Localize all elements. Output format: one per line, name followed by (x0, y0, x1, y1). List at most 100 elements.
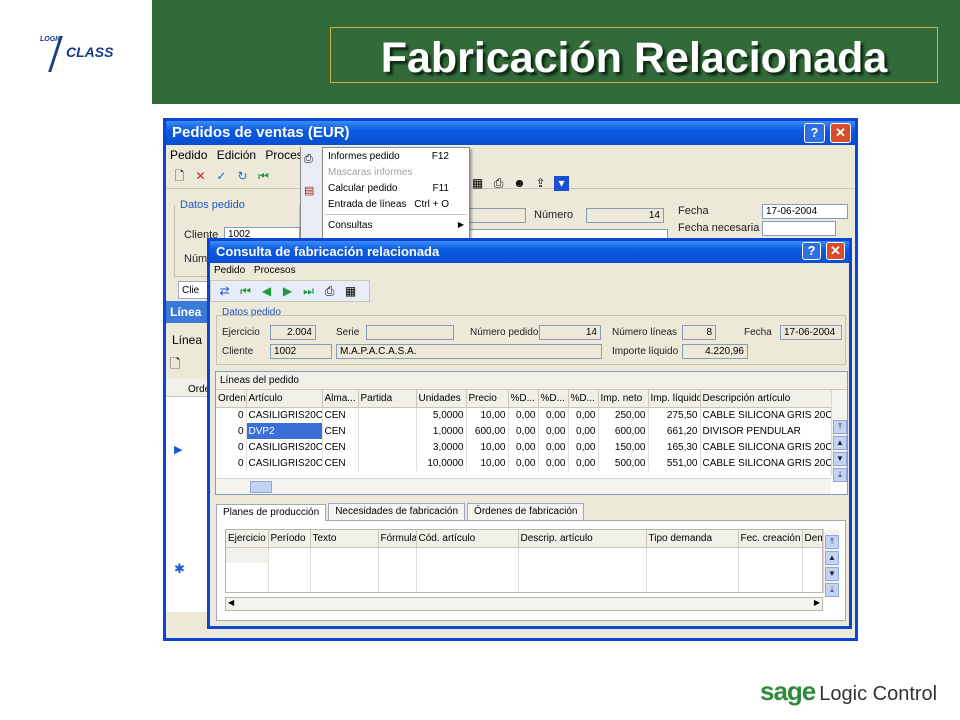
pedidos-titlebar[interactable]: Pedidos de ventas (EUR) ? ✕ (166, 121, 855, 145)
lineas-hscrollbar[interactable] (216, 478, 831, 494)
cell-descripcion[interactable]: CABLE SILICONA GRIS 20C... (700, 407, 831, 423)
consulta-help-button[interactable]: ? (802, 242, 821, 260)
cell-imp-liquido[interactable]: 165,30 (648, 439, 701, 455)
planes-hscrollbar[interactable]: ◀ ▶ (225, 597, 823, 611)
scroll-top-icon[interactable]: ⤒ (825, 535, 839, 549)
table-row[interactable]: 0 CASILIGRIS20CM CEN 5,0000 10,00 0,00 0… (216, 407, 831, 423)
refresh-icon[interactable]: ↻ (235, 169, 250, 184)
serie-field-back[interactable] (466, 208, 526, 223)
cell-precio[interactable]: 10,00 (466, 439, 509, 455)
calculator-icon[interactable]: ▦ (470, 176, 485, 191)
close-button[interactable]: ✕ (830, 123, 851, 143)
table-row[interactable] (226, 579, 822, 592)
consulta-menu-procesos[interactable]: Procesos (254, 265, 296, 276)
cell-almacen[interactable]: CEN (322, 455, 359, 471)
scroll-left-icon[interactable]: ◀ (228, 598, 234, 607)
col-articulo[interactable]: Artículo (246, 390, 323, 408)
col-partida[interactable]: Partida (358, 390, 417, 408)
scroll-up-icon[interactable]: ▲ (833, 436, 847, 450)
menu-item-calcular-pedido[interactable]: Calcular pedido F11 (323, 180, 469, 196)
scroll-down-icon[interactable]: ▼ (833, 452, 847, 466)
prev-icon[interactable]: ◀ (259, 284, 274, 299)
col-imp-liquido[interactable]: Imp. líquido (648, 390, 701, 408)
cell-orden[interactable]: 0 (216, 439, 247, 455)
table-row[interactable] (226, 563, 822, 579)
menu-item-informes-pedido[interactable]: Informes pedido F12 (323, 148, 469, 164)
print-icon[interactable]: ⎙ (491, 176, 506, 191)
cell-articulo[interactable]: CASILIGRIS20CM (246, 407, 323, 423)
next-icon[interactable]: ▶ (280, 284, 295, 299)
cell-descripcion[interactable]: CABLE SILICONA GRIS 20C... (700, 439, 831, 455)
numero-lineas-field[interactable]: 8 (682, 325, 716, 340)
cell-dto2[interactable]: 0,00 (538, 423, 569, 439)
scroll-bottom-icon[interactable]: ⤓ (825, 583, 839, 597)
cell-partida[interactable] (358, 455, 417, 471)
cell-dto3[interactable]: 0,00 (568, 423, 599, 439)
menu-edicion[interactable]: Edición (217, 148, 256, 162)
col-unidades[interactable]: Unidades (416, 390, 467, 408)
cell-almacen[interactable]: CEN (322, 439, 359, 455)
back-new-line-icon[interactable]: 🗋 (170, 355, 180, 377)
scroll-top-icon[interactable]: ⤒ (833, 420, 847, 434)
cell-partida[interactable] (358, 407, 417, 423)
consulta-fecha-field[interactable]: 17-06-2004 (780, 325, 842, 340)
menu-pedido[interactable]: Pedido (170, 148, 207, 162)
cell-unidades[interactable]: 3,0000 (416, 439, 467, 455)
cell-articulo[interactable]: CASILIGRIS20CM (246, 439, 323, 455)
hscroll-thumb[interactable] (250, 481, 272, 493)
consulta-cliente-code-field[interactable]: 1002 (270, 344, 332, 359)
cell-imp-liquido[interactable]: 551,00 (648, 455, 701, 471)
numero-field[interactable]: 14 (586, 208, 664, 223)
cell-dto3[interactable]: 0,00 (568, 439, 599, 455)
scroll-right-icon[interactable]: ▶ (814, 598, 820, 607)
cell-imp-liquido[interactable]: 661,20 (648, 423, 701, 439)
cell-dto2[interactable]: 0,00 (538, 439, 569, 455)
cell-articulo[interactable]: DVP2 (246, 423, 323, 439)
cell-dto1[interactable]: 0,00 (508, 423, 539, 439)
numero-pedido-field[interactable]: 14 (539, 325, 601, 340)
toolbar-overflow-icon[interactable]: ▾ (554, 175, 569, 191)
planes-vscrollbar[interactable]: ⤒ ▲ ▼ ⤓ (823, 529, 839, 597)
cell-dto2[interactable]: 0,00 (538, 455, 569, 471)
col-texto[interactable]: Texto (310, 530, 379, 548)
cell-orden[interactable]: 0 (216, 455, 247, 471)
cell-dto2[interactable]: 0,00 (538, 407, 569, 423)
col-ejercicio[interactable]: Ejercicio (226, 530, 269, 548)
grid-icon[interactable]: ▦ (343, 284, 358, 299)
cell-imp-liquido[interactable]: 275,50 (648, 407, 701, 423)
importe-liquido-field[interactable]: 4.220,96 (682, 344, 748, 359)
cell-dto1[interactable]: 0,00 (508, 439, 539, 455)
table-row[interactable]: 0 CASILIGRIS20CM CEN 3,0000 10,00 0,00 0… (216, 439, 831, 455)
col-descuento-1[interactable]: %D... (508, 390, 539, 408)
col-demanda[interactable]: Dema (802, 530, 822, 548)
cell-dto3[interactable]: 0,00 (568, 455, 599, 471)
cell-partida[interactable] (358, 423, 417, 439)
fecha-necesaria-field[interactable] (762, 221, 836, 236)
cell-orden[interactable]: 0 (216, 407, 247, 423)
new-document-icon[interactable]: 🗋 (172, 169, 187, 184)
accept-icon[interactable]: ✓ (214, 169, 229, 184)
last-icon[interactable]: ⏭ (301, 284, 316, 299)
cell-unidades[interactable]: 5,0000 (416, 407, 467, 423)
first-record-icon[interactable]: ⏮ (256, 169, 271, 184)
table-row[interactable] (226, 547, 822, 563)
col-descrip-articulo[interactable]: Descrip. artículo (518, 530, 647, 548)
col-imp-neto[interactable]: Imp. neto (598, 390, 649, 408)
col-fec-creacion[interactable]: Fec. creación (738, 530, 803, 548)
cell-descripcion[interactable]: CABLE SILICONA GRIS 20C... (700, 455, 831, 471)
col-tipo-demanda[interactable]: Tipo demanda (646, 530, 739, 548)
table-row[interactable]: 0 DVP2 CEN 1,0000 600,00 0,00 0,00 0,00 … (216, 423, 831, 439)
consulta-titlebar[interactable]: Consulta de fabricación relacionada ? ✕ (210, 241, 849, 263)
tab-necesidades-fabricacion[interactable]: Necesidades de fabricación (328, 503, 466, 520)
cell-imp-neto[interactable]: 600,00 (598, 423, 649, 439)
cell-articulo[interactable]: CASILIGRIS20CM (246, 455, 323, 471)
scroll-down-icon[interactable]: ▼ (825, 567, 839, 581)
cell-orden[interactable]: 0 (216, 423, 247, 439)
cell-precio[interactable]: 10,00 (466, 455, 509, 471)
col-almacen[interactable]: Alma... (322, 390, 359, 408)
cell-imp-neto[interactable]: 150,00 (598, 439, 649, 455)
scroll-up-icon[interactable]: ▲ (825, 551, 839, 565)
cell-precio[interactable]: 10,00 (466, 407, 509, 423)
cell-precio[interactable]: 600,00 (466, 423, 509, 439)
lineas-vscrollbar[interactable]: ⤒ ▲ ▼ ⤓ (831, 390, 847, 482)
